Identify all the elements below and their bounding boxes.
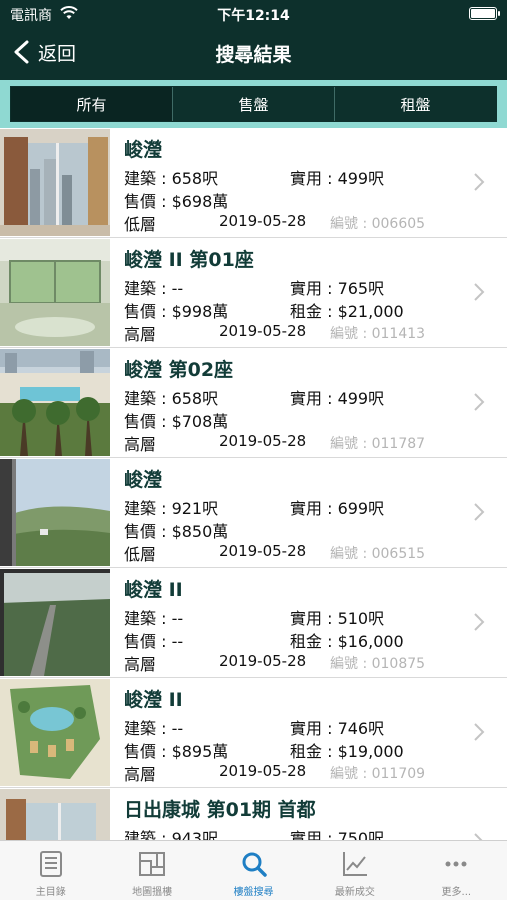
saleable-area: 實用 : 750呎 bbox=[290, 829, 385, 840]
gross-area: 建築 : 658呎 bbox=[124, 389, 219, 408]
listing-date: 2019-05-28 bbox=[219, 432, 307, 450]
listing-ref: 編號 : 011709 bbox=[330, 766, 426, 782]
rent-price: 租金 : $21,000 bbox=[290, 302, 404, 321]
listing-title: 峻瀅 II 第01座 bbox=[124, 249, 254, 271]
listing-photo bbox=[0, 239, 110, 346]
app-screen: 電訊商 下午12:14 返回 搜尋結果 所有 售盤 租盤 峻瀅 建築: 658… bbox=[0, 0, 507, 900]
floor-level: 高層 bbox=[124, 655, 157, 674]
more-icon bbox=[445, 861, 467, 867]
gross-area: 建築 : -- bbox=[124, 609, 184, 628]
tab-label: 主目錄 bbox=[35, 887, 66, 898]
gross-area: 建築 : -- bbox=[124, 719, 184, 738]
sale-price: 售價 : $708萬 bbox=[124, 412, 229, 431]
listing-photo bbox=[0, 789, 110, 840]
listing-ref: 編號 : 010875 bbox=[330, 656, 426, 672]
listing-title: 峻瀅 第02座 bbox=[124, 359, 234, 381]
sale-price: 售價 : $850萬 bbox=[124, 522, 229, 541]
saleable-area: 實用 : 499呎 bbox=[290, 169, 385, 188]
map-icon bbox=[139, 852, 166, 876]
top-bar: 電訊商 下午12:14 返回 搜尋結果 bbox=[0, 0, 507, 80]
listing-list: 峻瀅 建築 : 658呎 實用 : 499呎 售價 : $698萬 低層 201… bbox=[0, 128, 507, 840]
tab-bar: 主目錄 地圖搵樓 樓盤搜尋 最新成交 更多... bbox=[0, 840, 507, 900]
sale-price: 售價 : $998萬 bbox=[124, 302, 229, 321]
listing-date: 2019-05-28 bbox=[219, 652, 307, 670]
tab-label: 更多... bbox=[441, 887, 472, 898]
listing-row[interactable]: 日出康城 第01期 首都 建築 : 943呎 實用 : 750呎 bbox=[0, 788, 507, 840]
list-icon bbox=[39, 851, 62, 877]
listing-photo bbox=[0, 129, 110, 236]
listing-ref: 編號 : 011787 bbox=[330, 436, 426, 452]
segment-bar: 所有 售盤 租盤 bbox=[0, 80, 507, 128]
listing-date: 2019-05-28 bbox=[219, 542, 307, 560]
chevron-right-icon bbox=[474, 393, 485, 411]
saleable-area: 實用 : 510呎 bbox=[290, 609, 385, 628]
listing-photo bbox=[0, 569, 110, 676]
chevron-right-icon bbox=[474, 833, 483, 840]
tab-property-search[interactable]: 樓盤搜尋 bbox=[203, 841, 304, 900]
saleable-area: 實用 : 765呎 bbox=[290, 279, 385, 298]
segment-all[interactable]: 所有 bbox=[11, 87, 172, 121]
chevron-right-icon bbox=[474, 173, 485, 191]
listing-date: 2019-05-28 bbox=[219, 762, 307, 780]
status-bar: 電訊商 下午12:14 bbox=[0, 0, 507, 28]
floor-level: 低層 bbox=[124, 215, 157, 234]
gross-area: 建築 : -- bbox=[124, 279, 184, 298]
tab-latest-deals[interactable]: 最新成交 bbox=[304, 841, 405, 900]
sale-price: 售價 : -- bbox=[124, 632, 184, 651]
listing-ref: 編號 : 006515 bbox=[330, 546, 426, 562]
listing-date: 2019-05-28 bbox=[219, 322, 307, 340]
listing-title: 峻瀅 bbox=[124, 139, 163, 161]
listing-photo bbox=[0, 679, 110, 786]
listing-ref: 編號 : 006605 bbox=[330, 216, 426, 232]
floor-level: 低層 bbox=[124, 545, 157, 564]
battery-icon bbox=[469, 7, 500, 20]
page-title: 搜尋結果 bbox=[215, 44, 292, 66]
listing-title: 峻瀅 II bbox=[124, 579, 183, 601]
listing-title: 峻瀅 II bbox=[124, 689, 183, 711]
listing-row[interactable]: 峻瀅 II 第01座 建築 : -- 實用 : 765呎 售價 : $998萬 … bbox=[0, 238, 507, 348]
chevron-right-icon bbox=[474, 283, 485, 301]
gross-area: 建築 : 921呎 bbox=[124, 499, 219, 518]
chevron-right-icon bbox=[474, 503, 485, 521]
saleable-area: 實用 : 699呎 bbox=[290, 499, 385, 518]
tab-label: 最新成交 bbox=[334, 887, 375, 898]
listing-row[interactable]: 峻瀅 II 建築 : -- 實用 : 746呎 售價 : $895萬 租金 : … bbox=[0, 678, 507, 788]
sale-price: 售價 : $698萬 bbox=[124, 192, 229, 211]
listing-row[interactable]: 峻瀅 建築 : 658呎 實用 : 499呎 售價 : $698萬 低層 201… bbox=[0, 128, 507, 238]
tab-map-search[interactable]: 地圖搵樓 bbox=[101, 841, 202, 900]
listing-row[interactable]: 峻瀅 第02座 建築 : 658呎 實用 : 499呎 售價 : $708萬 高… bbox=[0, 348, 507, 458]
segment-rent[interactable]: 租盤 bbox=[334, 87, 496, 121]
chart-icon bbox=[342, 852, 367, 876]
gross-area: 建築 : 658呎 bbox=[124, 169, 219, 188]
listing-row[interactable]: 峻瀅 II 建築 : -- 實用 : 510呎 售價 : -- 租金 : $16… bbox=[0, 568, 507, 678]
status-time: 下午12:14 bbox=[217, 8, 290, 24]
tab-main-menu[interactable]: 主目錄 bbox=[0, 841, 101, 900]
floor-level: 高層 bbox=[124, 765, 157, 784]
tab-label: 地圖搵樓 bbox=[132, 887, 173, 898]
listing-date: 2019-05-28 bbox=[219, 212, 307, 230]
saleable-area: 實用 : 746呎 bbox=[290, 719, 385, 738]
listing-title: 日出康城 第01期 首都 bbox=[124, 799, 316, 821]
listing-photo bbox=[0, 349, 110, 456]
listing-photo bbox=[0, 459, 110, 566]
chevron-right-icon bbox=[474, 723, 485, 741]
floor-level: 高層 bbox=[124, 435, 157, 454]
gross-area: 建築 : 943呎 bbox=[124, 829, 219, 840]
segmented-control: 所有 售盤 租盤 bbox=[10, 86, 497, 122]
floor-level: 高層 bbox=[124, 325, 157, 344]
tab-more[interactable]: 更多... bbox=[406, 841, 507, 900]
listing-ref: 編號 : 011413 bbox=[330, 326, 426, 342]
sale-price: 售價 : $895萬 bbox=[124, 742, 229, 761]
listing-title: 峻瀅 bbox=[124, 469, 163, 491]
saleable-area: 實用 : 499呎 bbox=[290, 389, 385, 408]
search-icon bbox=[242, 852, 267, 877]
tab-label: 樓盤搜尋 bbox=[233, 887, 274, 898]
listing-row[interactable]: 峻瀅 建築 : 921呎 實用 : 699呎 售價 : $850萬 低層 201… bbox=[0, 458, 507, 568]
segment-sale[interactable]: 售盤 bbox=[172, 87, 334, 121]
rent-price: 租金 : $19,000 bbox=[290, 742, 404, 761]
rent-price: 租金 : $16,000 bbox=[290, 632, 404, 651]
chevron-right-icon bbox=[474, 613, 485, 631]
